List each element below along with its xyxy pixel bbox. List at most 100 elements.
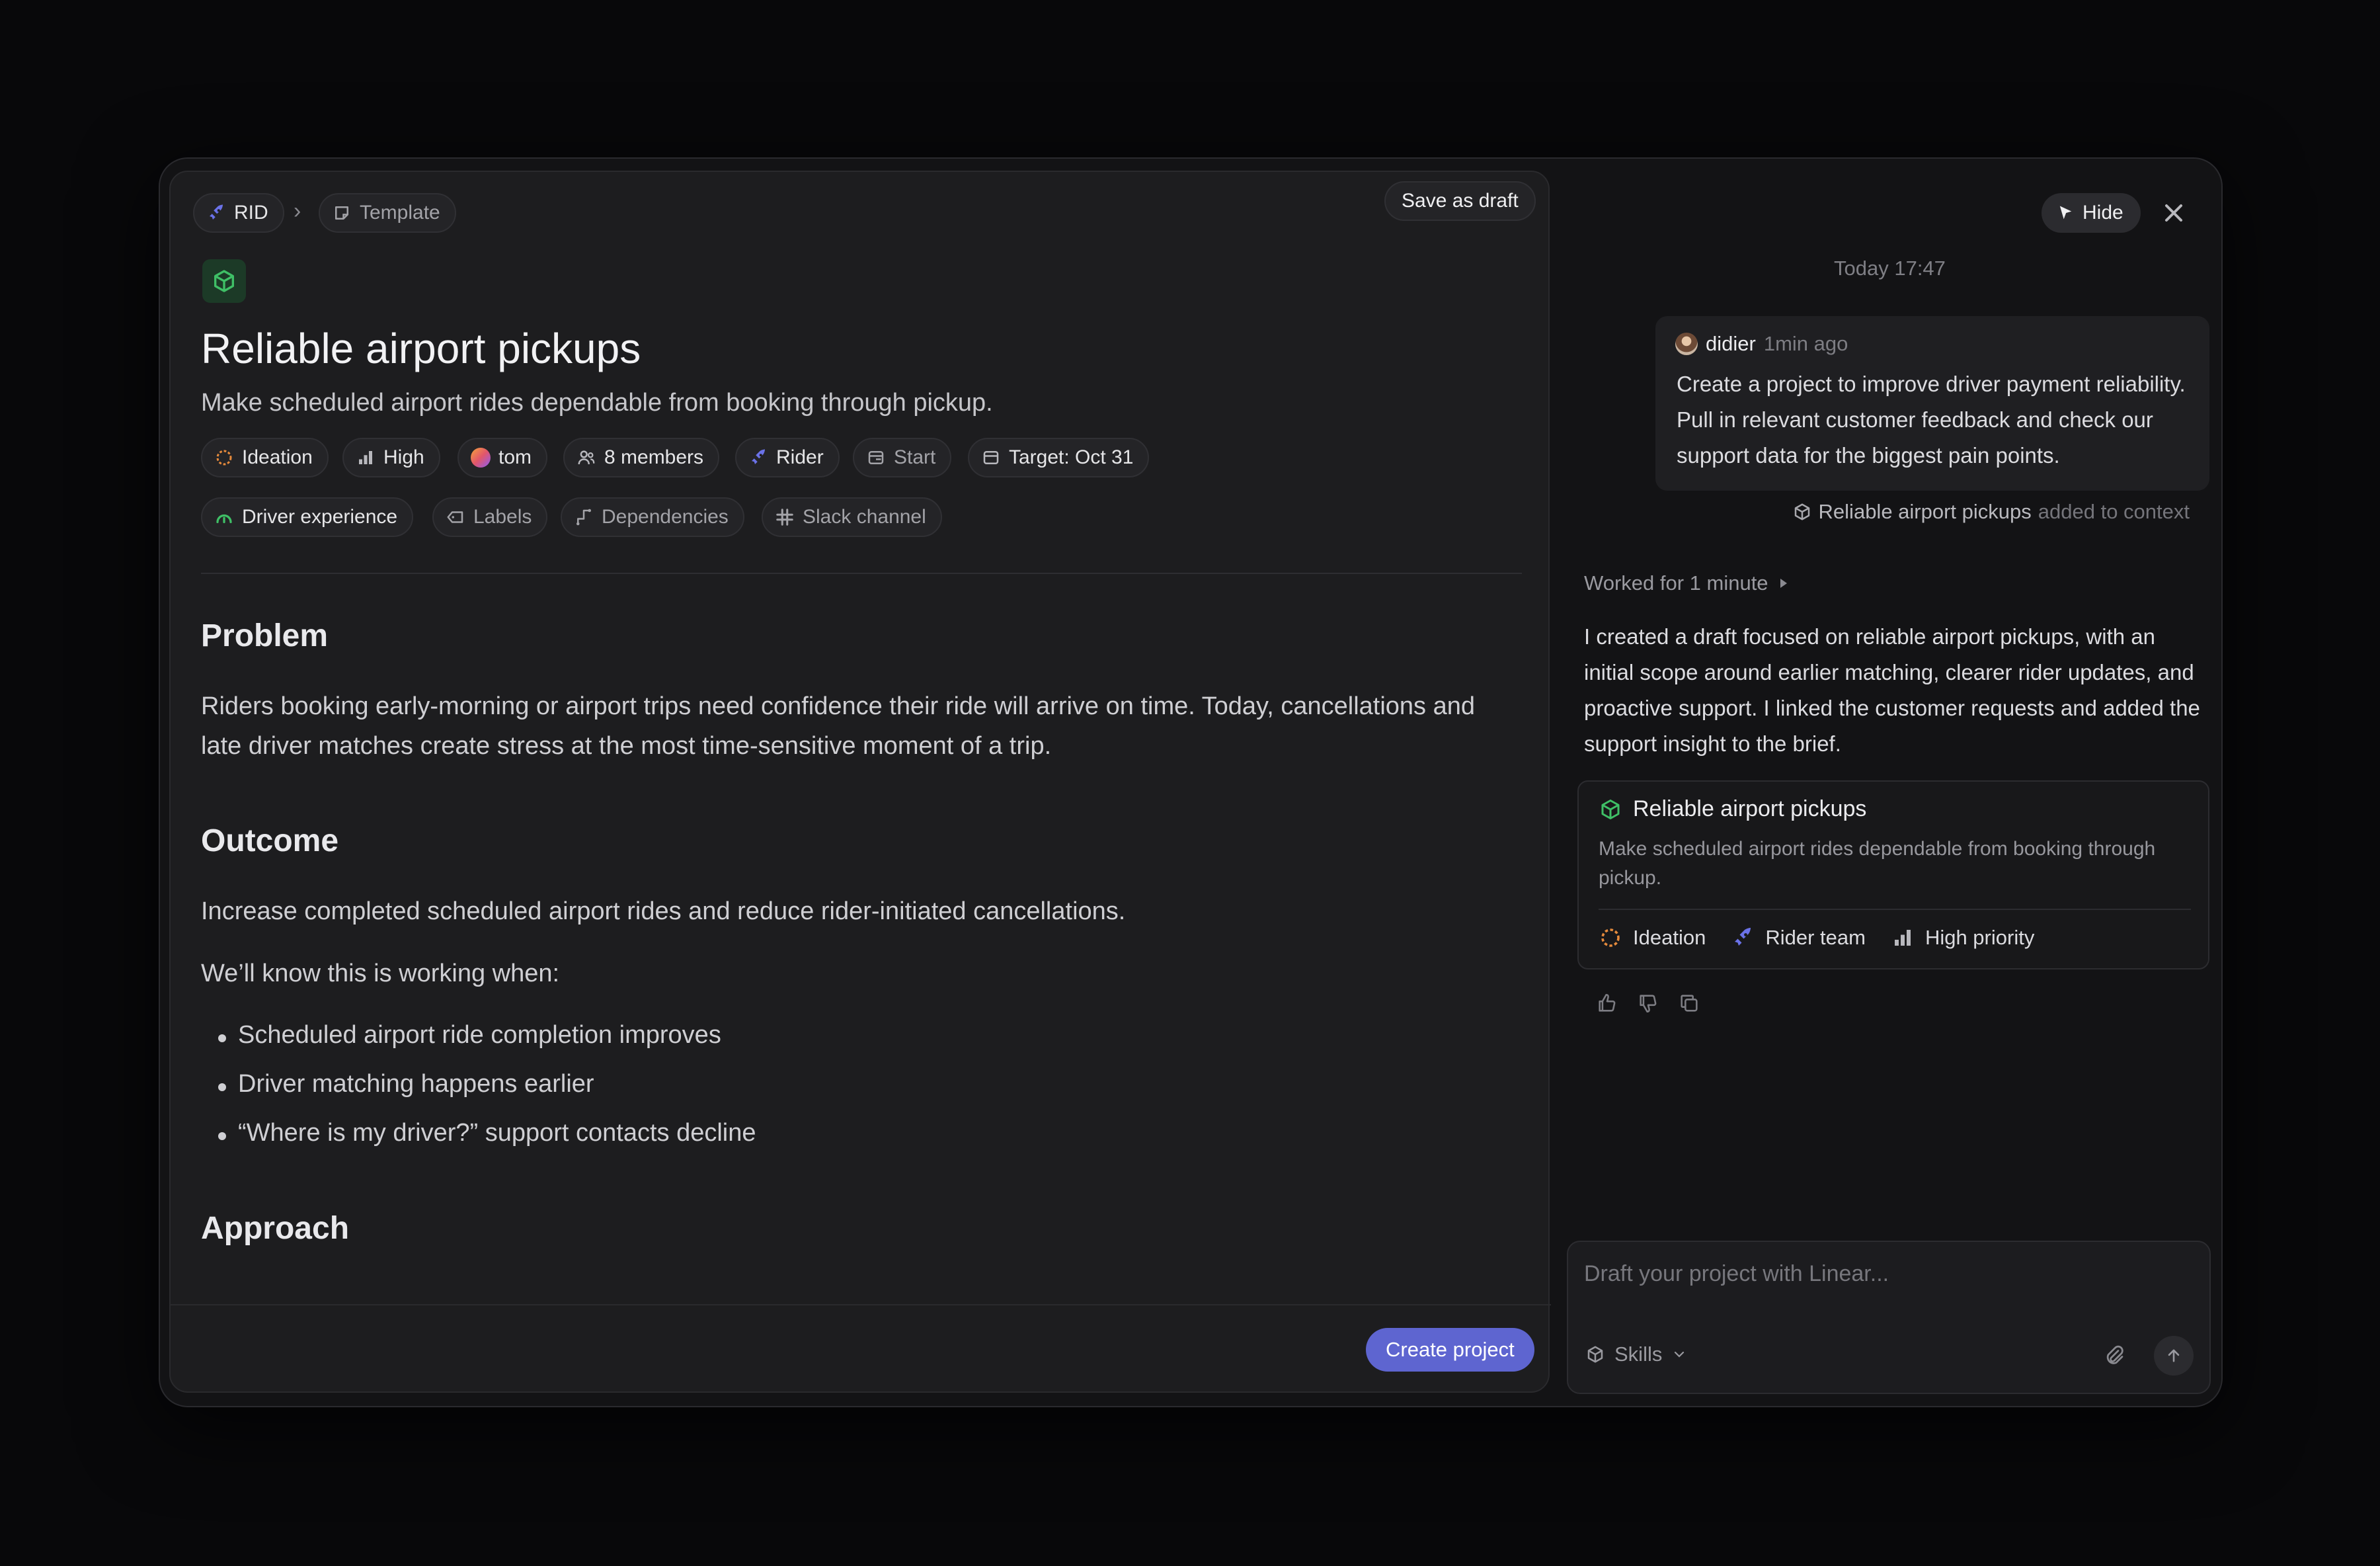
context-project-name[interactable]: Reliable airport pickups <box>1819 500 2032 524</box>
start-date-label: Start <box>894 446 936 468</box>
lead-avatar <box>471 448 491 468</box>
status-ideation-icon <box>216 450 232 466</box>
outcome-heading[interactable]: Outcome <box>201 823 338 859</box>
assistant-reply: I created a draft focused on reliable ai… <box>1584 624 2200 756</box>
context-note: Reliable airport pickups added to contex… <box>1792 500 2190 524</box>
target-date-label: Target: Oct 31 <box>1009 446 1134 468</box>
thumbs-down-icon[interactable] <box>1637 992 1659 1014</box>
target-date-chip[interactable]: Target: Oct 31 <box>968 438 1150 477</box>
members-label: 8 members <box>604 446 704 468</box>
hide-panel-button[interactable]: Hide <box>2042 193 2141 233</box>
lead-chip[interactable]: tom <box>457 438 548 477</box>
project-preview-card[interactable]: Reliable airport pickups Make scheduled … <box>1577 780 2209 969</box>
problem-heading[interactable]: Problem <box>201 618 328 654</box>
dependencies-chip[interactable]: Dependencies <box>561 497 744 537</box>
composer-input[interactable] <box>1584 1254 2192 1294</box>
tag-icon <box>447 511 463 523</box>
message-text: Create a project to improve driver payme… <box>1677 372 2186 468</box>
project-icon[interactable] <box>202 259 246 303</box>
cube-icon <box>1794 503 1809 520</box>
composer: Skills <box>1567 1241 2211 1394</box>
save-draft-button[interactable]: Save as draft <box>1384 181 1536 221</box>
properties-divider <box>201 573 1522 574</box>
card-team-label: Rider team <box>1765 926 1866 949</box>
message-header: didier 1min ago <box>1675 332 1848 356</box>
message-author: didier <box>1706 332 1756 355</box>
project-summary[interactable]: Make scheduled airport rides dependable … <box>201 389 993 417</box>
flag-icon <box>2059 206 2072 220</box>
team-chip[interactable]: Rider <box>735 438 840 477</box>
initiative-label: Driver experience <box>242 506 398 528</box>
calendar-icon <box>983 451 999 464</box>
copy-icon[interactable] <box>1678 992 1700 1014</box>
team-label: Rider <box>776 446 824 468</box>
slack-chip[interactable]: Slack channel <box>762 497 942 537</box>
card-status-label: Ideation <box>1633 926 1706 949</box>
caret-right-icon <box>1780 579 1787 588</box>
message-time: 1min ago <box>1763 332 1848 355</box>
context-suffix: added to context <box>2038 500 2190 523</box>
chat-timestamp: Today 17:47 <box>1834 257 1946 280</box>
breadcrumb-team[interactable]: RID <box>193 193 284 233</box>
rocket-icon <box>210 204 223 220</box>
problem-text[interactable]: Riders booking early-morning or airport … <box>201 686 1517 766</box>
create-project-button[interactable]: Create project <box>1366 1328 1534 1372</box>
arrow-up-icon <box>2168 1349 2180 1362</box>
priority-high-icon <box>1894 930 1911 946</box>
card-priority: High priority <box>1891 926 2034 950</box>
status-chip[interactable]: Ideation <box>201 438 329 477</box>
skills-cube-icon <box>1587 1346 1603 1363</box>
breadcrumb-chevron-icon: › <box>294 198 301 224</box>
initiative-chip[interactable]: Driver experience <box>201 497 414 537</box>
card-description: Make scheduled airport rides dependable … <box>1599 838 2156 889</box>
hide-label: Hide <box>2082 202 2123 224</box>
list-item[interactable]: Scheduled airport ride completion improv… <box>218 1021 721 1050</box>
breadcrumb-template-label: Template <box>360 202 440 224</box>
initiative-icon <box>216 514 232 524</box>
template-icon <box>335 206 348 220</box>
paperclip-icon[interactable] <box>2102 1344 2126 1368</box>
project-title[interactable]: Reliable airport pickups <box>201 324 641 373</box>
priority-label: High <box>383 446 424 468</box>
list-item[interactable]: “Where is my driver?” support contacts d… <box>218 1119 756 1147</box>
start-date-icon <box>868 451 884 464</box>
rocket-icon <box>752 449 765 464</box>
footer-divider <box>171 1304 1551 1305</box>
start-date-chip[interactable]: Start <box>853 438 952 477</box>
user-message: didier 1min ago Create a project to impr… <box>1655 316 2209 491</box>
status-ideation-icon <box>1601 928 1620 947</box>
thumbs-up-icon[interactable] <box>1596 992 1618 1014</box>
working-when-text[interactable]: We’ll know this is working when: <box>201 954 1517 993</box>
avatar <box>1675 333 1698 355</box>
card-title: Reliable airport pickups <box>1599 796 1866 822</box>
breadcrumb-template[interactable]: Template <box>319 193 456 233</box>
breadcrumb-team-label: RID <box>234 202 268 224</box>
card-tags: Ideation Rider team High priority <box>1599 926 2034 950</box>
labels-label: Labels <box>473 506 532 528</box>
card-divider <box>1599 909 2191 910</box>
lead-label: tom <box>498 446 532 468</box>
dependencies-icon <box>576 509 591 526</box>
priority-chip[interactable]: High <box>342 438 440 477</box>
card-team: Rider team <box>1731 926 1866 950</box>
priority-high-icon <box>359 451 372 464</box>
status-label: Ideation <box>242 446 313 468</box>
slack-label: Slack channel <box>803 506 926 528</box>
cube-icon <box>1601 799 1620 819</box>
card-title-label: Reliable airport pickups <box>1633 796 1867 821</box>
rocket-icon <box>1735 928 1751 946</box>
feedback-actions <box>1596 992 1700 1014</box>
worked-toggle[interactable]: Worked for 1 minute <box>1584 571 1787 595</box>
members-icon <box>578 450 595 465</box>
dependencies-label: Dependencies <box>602 506 729 528</box>
card-priority-label: High priority <box>1924 926 2035 949</box>
slack-icon <box>776 509 793 526</box>
outcome-text[interactable]: Increase completed scheduled airport rid… <box>201 891 1517 931</box>
members-chip[interactable]: 8 members <box>563 438 720 477</box>
labels-chip[interactable]: Labels <box>432 497 548 537</box>
send-button[interactable] <box>2154 1336 2194 1376</box>
close-icon[interactable] <box>2159 198 2188 227</box>
approach-heading[interactable]: Approach <box>201 1210 349 1247</box>
skills-dropdown[interactable]: Skills <box>1585 1342 1687 1366</box>
list-item[interactable]: Driver matching happens earlier <box>218 1070 594 1098</box>
